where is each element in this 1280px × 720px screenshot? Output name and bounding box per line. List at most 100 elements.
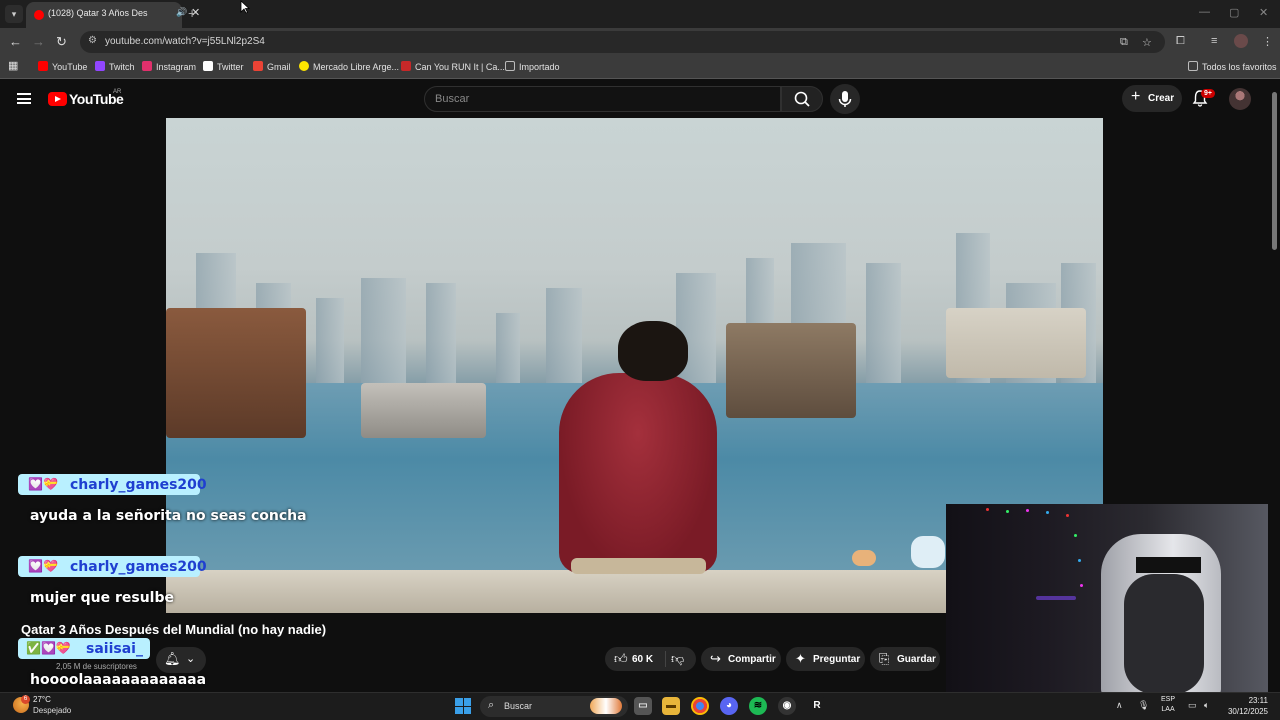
apps-grid-icon[interactable]: ▦ bbox=[8, 59, 18, 72]
back-icon[interactable]: ← bbox=[9, 34, 22, 49]
country-code: AR bbox=[113, 89, 122, 95]
like-count[interactable]: 60 K bbox=[632, 654, 653, 665]
hamburger-menu-icon[interactable] bbox=[17, 93, 31, 104]
discord-icon[interactable]: ◕ bbox=[720, 697, 738, 715]
dislike-icon[interactable]: 👎︎ bbox=[671, 651, 684, 667]
twitch-icon bbox=[95, 61, 105, 71]
bookmark-folder-importado[interactable]: Importado bbox=[505, 61, 560, 72]
weather-condition[interactable]: Despejado bbox=[33, 706, 71, 715]
subscription-bell-button[interactable]: 🔔︎ ⌄ bbox=[156, 647, 206, 673]
reload-icon[interactable]: ↻ bbox=[56, 34, 67, 50]
minimize-icon[interactable]: — bbox=[1199, 6, 1210, 18]
tab-search-menu[interactable]: ▾ bbox=[5, 5, 23, 23]
ask-label: Preguntar bbox=[813, 654, 861, 665]
window-close-icon[interactable]: ✕ bbox=[1259, 6, 1268, 19]
new-tab-icon[interactable]: + bbox=[188, 5, 196, 21]
share-label: Compartir bbox=[728, 654, 776, 665]
url-text: youtube.com/watch?v=j55LNl2p2S4 bbox=[105, 36, 265, 47]
led-light bbox=[1026, 509, 1029, 512]
tab-audio-icon[interactable]: 🔊 bbox=[176, 7, 187, 18]
mercadolibre-icon bbox=[299, 61, 309, 71]
search-button[interactable] bbox=[781, 86, 823, 112]
bookmark-twitch[interactable]: Twitch bbox=[95, 61, 135, 72]
taskbar-search[interactable]: ⌕ Buscar bbox=[480, 696, 628, 717]
led-light bbox=[1078, 559, 1081, 562]
skyline-tower bbox=[426, 283, 456, 383]
bookmark-instagram[interactable]: Instagram bbox=[142, 61, 196, 72]
save-button[interactable]: ⎘ Guardar bbox=[870, 647, 940, 671]
youtube-logo-icon[interactable] bbox=[48, 92, 67, 106]
address-bar[interactable]: ⚙ youtube.com/watch?v=j55LNl2p2S4 ⧉ ☆ bbox=[80, 31, 1165, 53]
weather-temperature[interactable]: 27°C bbox=[33, 695, 51, 704]
chat-username: charly_games200 bbox=[70, 559, 207, 575]
browser-tab-active[interactable]: (1028) Qatar 3 Años Despu 🔊 ✕ bbox=[26, 2, 200, 28]
led-light bbox=[1074, 534, 1077, 537]
youtube-header: YouTube AR Buscar + Crear 9+ bbox=[0, 80, 1280, 118]
show-hidden-icons-icon[interactable]: ∧ bbox=[1116, 700, 1123, 711]
led-light bbox=[1046, 511, 1049, 514]
like-icon[interactable]: 👍︎ bbox=[614, 651, 628, 667]
sparkle-icon: ✦ bbox=[795, 651, 806, 666]
chat-username-tag: ✅💟💝 saiisai_ bbox=[18, 638, 150, 659]
pyramid-building bbox=[946, 308, 1086, 378]
volume-icon[interactable]: 🔈︎ bbox=[1204, 700, 1209, 711]
obs-icon[interactable]: ◉ bbox=[778, 697, 796, 715]
account-avatar[interactable] bbox=[1229, 88, 1251, 110]
youtube-icon bbox=[38, 61, 48, 71]
share-button[interactable]: ↪ Compartir bbox=[701, 647, 781, 671]
page-scrollbar-thumb[interactable] bbox=[1272, 92, 1277, 250]
search-input[interactable]: Buscar bbox=[424, 86, 781, 112]
bookmark-youtube[interactable]: YouTube bbox=[38, 61, 87, 72]
all-bookmarks-folder[interactable]: Todos los favoritos bbox=[1188, 61, 1277, 72]
chrome-icon[interactable] bbox=[691, 697, 709, 715]
skyline-tower bbox=[316, 298, 344, 383]
bookmark-star-icon[interactable]: ☆ bbox=[1142, 36, 1152, 49]
extensions-icon[interactable]: ⧠ bbox=[1176, 35, 1185, 48]
skyline-tower bbox=[361, 278, 406, 383]
windows-start-icon[interactable] bbox=[455, 698, 471, 714]
task-view-icon[interactable]: ▭ bbox=[634, 697, 652, 715]
taskbar-search-label: Buscar bbox=[504, 701, 533, 711]
taskbar-clock[interactable]: 23:11 30/12/2025 bbox=[1226, 695, 1268, 717]
bookmark-gmail[interactable]: Gmail bbox=[253, 61, 291, 72]
language-indicator[interactable]: ESP LAA bbox=[1161, 695, 1175, 715]
led-light bbox=[1006, 510, 1009, 513]
boat-white bbox=[361, 383, 486, 438]
food-bag bbox=[852, 550, 876, 566]
led-light bbox=[1066, 514, 1069, 517]
bookmark-canyourunit[interactable]: Can You RUN It | Ca... bbox=[401, 61, 505, 72]
maximize-icon[interactable]: ▢ bbox=[1229, 6, 1239, 19]
skyline-tower bbox=[546, 288, 582, 383]
bookmarks-bar: ▦ YouTube Twitch Instagram Twitter Gmail… bbox=[0, 55, 1280, 79]
like-dislike-group: 👍︎ 60 K 👎︎ bbox=[605, 647, 696, 671]
file-explorer-icon[interactable]: ▬ bbox=[662, 697, 680, 715]
create-button[interactable]: + Crear bbox=[1122, 85, 1182, 112]
bookmark-mercadolibre[interactable]: Mercado Libre Arge... bbox=[299, 61, 399, 72]
browser-tab-bar: ▾ (1028) Qatar 3 Años Despu 🔊 ✕ + — ▢ ✕ bbox=[0, 0, 1280, 28]
skyline-tower bbox=[866, 263, 901, 383]
r-app-icon[interactable]: R bbox=[808, 697, 826, 715]
search-icon: ⌕ bbox=[488, 699, 495, 711]
ask-button[interactable]: ✦ Preguntar bbox=[786, 647, 865, 671]
bookmark-twitter[interactable]: Twitter bbox=[203, 61, 244, 72]
youtube-favicon-icon bbox=[34, 10, 44, 20]
boat-left bbox=[166, 308, 306, 438]
network-icon[interactable]: ▭ bbox=[1188, 700, 1197, 711]
gmail-icon bbox=[253, 61, 263, 71]
media-controls-icon[interactable]: ≡ bbox=[1211, 35, 1217, 47]
man-red-shirt bbox=[559, 373, 717, 573]
notifications-badge: 9+ bbox=[1201, 89, 1215, 98]
microphone-tray-icon[interactable]: 🎙︎ bbox=[1138, 700, 1149, 711]
site-info-icon[interactable]: ⚙ bbox=[88, 35, 97, 46]
clock-time: 23:11 bbox=[1248, 696, 1268, 705]
cast-icon[interactable]: ⧉ bbox=[1120, 36, 1128, 49]
voice-search-button[interactable] bbox=[830, 84, 860, 114]
browser-menu-icon[interactable]: ⋮ bbox=[1262, 35, 1273, 48]
subscriber-count: 2,05 M de suscriptores bbox=[56, 662, 137, 671]
search-icon bbox=[794, 91, 810, 107]
forward-icon[interactable]: → bbox=[32, 34, 45, 49]
spotify-icon[interactable]: ≋ bbox=[749, 697, 767, 715]
chat-username-tag: 💟💝 charly_games200 bbox=[18, 474, 207, 495]
chat-message: hoooolaaaaaaaaaaaaa bbox=[30, 672, 207, 688]
profile-avatar-icon[interactable] bbox=[1234, 34, 1248, 48]
